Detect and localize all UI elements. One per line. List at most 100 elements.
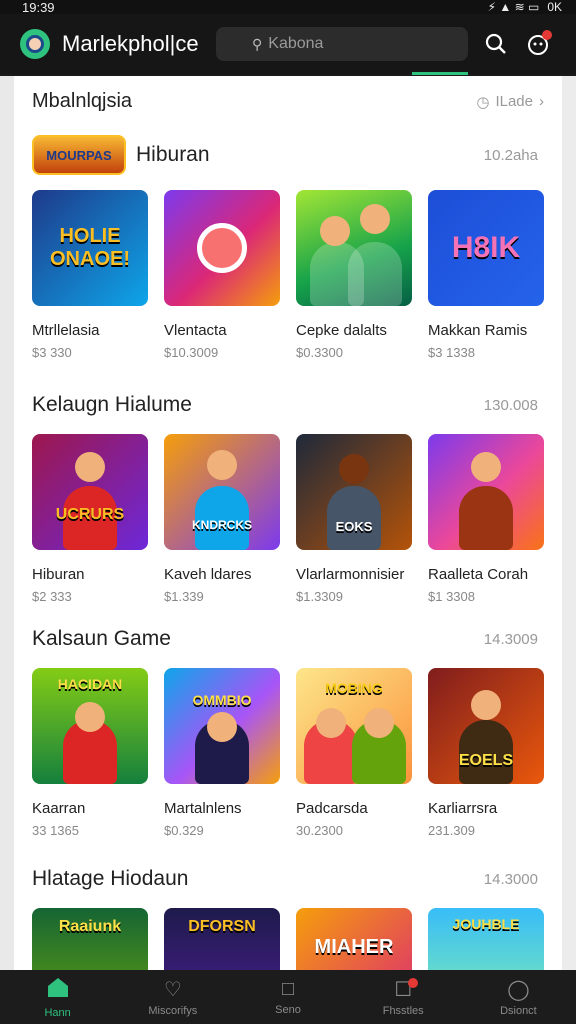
left-edge <box>0 76 14 970</box>
nav-label: Seno <box>275 1004 301 1016</box>
notification-button[interactable] <box>524 30 552 58</box>
game-thumbnail: DFORSN <box>164 908 280 970</box>
notification-dot <box>542 30 552 40</box>
nav-home[interactable]: Hann <box>0 970 115 1024</box>
game-card[interactable]: EOELS Karliarrsra 231.309 <box>428 668 544 838</box>
game-name: Padcarsda <box>296 800 368 817</box>
chevron-right-icon: › <box>539 93 544 110</box>
game-name: Mtrllelasia <box>32 322 100 339</box>
game-price: $1.339 <box>164 589 204 604</box>
card-row: HACIDAN Kaarran 33 1365 OMMBIO Martalnle… <box>32 668 544 838</box>
game-card[interactable]: HACIDAN Kaarran 33 1365 <box>32 668 148 838</box>
clock-icon: ◷ <box>476 93 490 111</box>
game-thumbnail <box>164 190 280 306</box>
search-input[interactable]: ⚲ Kabona <box>216 27 468 61</box>
game-card[interactable]: Raalleta Corah $1 3308 <box>428 434 544 604</box>
game-card[interactable]: EOKS Vlarlarmonnisier $1.3309 <box>296 434 412 604</box>
thumb-text: KNDRCKS <box>192 518 252 532</box>
game-card[interactable]: Vlentacta $10.3009 <box>164 190 280 360</box>
app-title: Marlekphol|ce <box>62 31 199 56</box>
thumb-text: OMMBIO <box>192 692 252 708</box>
game-card[interactable]: Raaiunk <box>32 908 148 970</box>
app-bar: Marlekphol|ce ⚲ Kabona <box>0 14 576 74</box>
game-name: Vlentacta <box>164 322 227 339</box>
game-card[interactable]: MOBING Padcarsda 30.2300 <box>296 668 412 838</box>
nav-label: Fhsstles <box>382 1005 424 1017</box>
game-price: 231.309 <box>428 823 475 838</box>
game-name: Hiburan <box>32 566 85 583</box>
game-thumbnail <box>428 434 544 550</box>
game-card[interactable]: OMMBIO Martalnlens $0.329 <box>164 668 280 838</box>
game-price: 33 1365 <box>32 823 79 838</box>
bottom-nav: Hann ♡ Miscorifys □ Seno ☐ Fhsstles ◯ Ds… <box>0 970 576 1024</box>
section-header: Kelaugn Hialume 130.008 <box>32 390 538 420</box>
status-signal-icons: ⚡ ▲ ≋ ▭ <box>487 0 540 14</box>
section-title: Hiburan <box>136 143 210 166</box>
game-thumbnail: Raaiunk <box>32 908 148 970</box>
game-card[interactable]: UCRURS Hiburan $2 333 <box>32 434 148 604</box>
game-price: $3 330 <box>32 345 72 360</box>
main-content: Mbalnlqjsia ◷ ILade › MOURPAS Hiburan 10… <box>14 76 562 970</box>
game-card[interactable]: DFORSN <box>164 908 280 970</box>
game-card[interactable]: HOLIE ONAOE! Mtrllelasia $3 330 <box>32 190 148 360</box>
game-thumbnail: HACIDAN <box>32 668 148 784</box>
thumb-text: EOELS <box>458 752 514 769</box>
thumb-text: UCRURS <box>55 506 125 523</box>
game-card[interactable]: JOUHBLE <box>428 908 544 970</box>
tab-indicator <box>412 72 468 75</box>
thumb-text: Raaiunk <box>58 918 122 935</box>
game-card[interactable]: Cepke dalalts $0.3300 <box>296 190 412 360</box>
thumb-text: HOLIE ONAOE! <box>50 225 130 270</box>
game-thumbnail: MIAHER <box>296 908 412 970</box>
game-name: Cepke dalalts <box>296 322 387 339</box>
card-row: Raaiunk DFORSN MIAHER JOUHBLE <box>32 908 544 970</box>
section-title: Kalsaun Game <box>32 627 171 650</box>
game-card[interactable]: MIAHER <box>296 908 412 970</box>
home-icon <box>46 976 70 1004</box>
thumb-text: MOBING <box>325 680 383 696</box>
game-thumbnail: UCRURS <box>32 434 148 550</box>
nav-profile[interactable]: ◯ Dsionct <box>461 970 576 1024</box>
game-price: $3 1338 <box>428 345 475 360</box>
search-button[interactable] <box>482 30 510 58</box>
game-thumbnail: OMMBIO <box>164 668 280 784</box>
status-icons: ⚡ ▲ ≋ ▭ 0K <box>488 0 562 14</box>
top-row: Mbalnlqjsia ◷ ILade › <box>32 90 544 113</box>
search-placeholder: Kabona <box>268 35 324 52</box>
game-thumbnail: HOLIE ONAOE! <box>32 190 148 306</box>
game-price: 30.2300 <box>296 823 343 838</box>
game-thumbnail: MOBING <box>296 668 412 784</box>
status-time: 19:39 <box>22 0 55 15</box>
section-title: Kelaugn Hialume <box>32 393 192 416</box>
right-edge <box>562 76 576 970</box>
edit-icon: □ <box>281 978 295 1000</box>
thumb-text: EOKS <box>335 519 373 534</box>
section-count: 10.2aha <box>483 146 538 164</box>
nav-favorites[interactable]: ♡ Miscorifys <box>115 970 230 1024</box>
game-name: Makkan Ramis <box>428 322 528 339</box>
game-thumbnail: EOKS <box>296 434 412 550</box>
nav-label: Dsionct <box>500 1005 537 1017</box>
card-row: HOLIE ONAOE! Mtrllelasia $3 330 Vlentact… <box>32 190 544 360</box>
status-bar: 19:39 ⚡ ▲ ≋ ▭ 0K <box>0 0 576 15</box>
see-more-link[interactable]: ◷ ILade › <box>476 93 544 111</box>
thumb-text: MIAHER <box>314 936 394 958</box>
section-count: 14.3009 <box>483 630 538 648</box>
section-badge-logo: MOURPAS <box>32 135 126 175</box>
game-price: $0.329 <box>164 823 204 838</box>
game-price: $0.3300 <box>296 345 343 360</box>
nav-edit[interactable]: □ Seno <box>230 970 345 1024</box>
app-logo-icon[interactable] <box>20 29 50 59</box>
nav-messages[interactable]: ☐ Fhsstles <box>346 970 461 1024</box>
game-card[interactable]: H8IK Makkan Ramis $3 1338 <box>428 190 544 360</box>
game-name: Kaarran <box>32 800 86 817</box>
game-name: Kaveh ldares <box>164 566 252 583</box>
profile-icon: ◯ <box>507 979 530 1001</box>
section-title: Hlatage Hiodaun <box>32 867 189 890</box>
nav-label: Miscorifys <box>148 1005 198 1017</box>
game-name: Vlarlarmonnisier <box>296 566 405 583</box>
section-header: Hlatage Hiodaun 14.3000 <box>32 864 538 894</box>
game-thumbnail: H8IK <box>428 190 544 306</box>
game-thumbnail: KNDRCKS <box>164 434 280 550</box>
game-card[interactable]: KNDRCKS Kaveh ldares $1.339 <box>164 434 280 604</box>
